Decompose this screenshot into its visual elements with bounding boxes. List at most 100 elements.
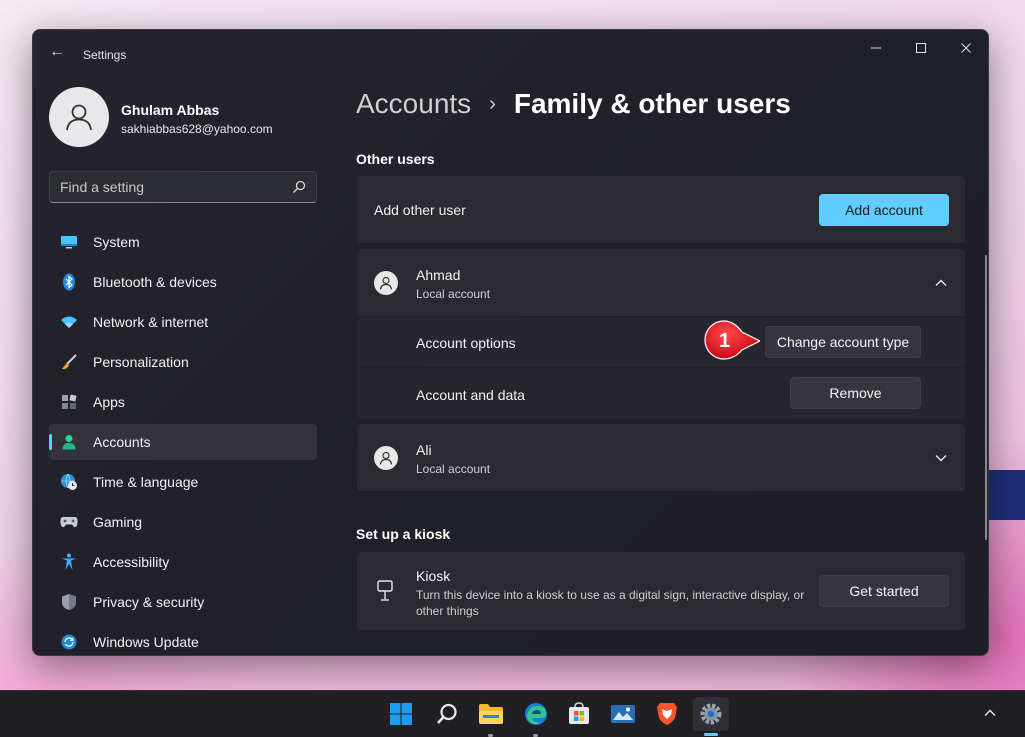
user-name: Ahmad [416, 267, 461, 283]
account-options-row: Account options Change account type [357, 317, 965, 367]
monitor-icon [60, 233, 78, 251]
profile-name: Ghulam Abbas [121, 102, 220, 118]
title-bar: ← Settings [33, 30, 988, 64]
update-icon [60, 633, 78, 651]
sidebar-item-label: Time & language [93, 474, 199, 490]
sidebar-item-label: Accounts [93, 434, 151, 450]
sidebar-item-bluetooth[interactable]: Bluetooth & devices [49, 264, 317, 300]
search-input[interactable] [50, 172, 280, 202]
sidebar-item-accessibility[interactable]: Accessibility [49, 544, 317, 580]
file-explorer-icon [479, 704, 503, 724]
apps-icon [60, 393, 78, 411]
user-card-ali[interactable]: Ali Local account [357, 424, 965, 491]
user-account-type: Local account [416, 287, 491, 301]
sidebar-item-time-language[interactable]: Time & language [49, 464, 317, 500]
person-icon [66, 104, 92, 131]
settings-window: ← Settings Ghulam Abbas sakhiabbas628@ya… [32, 29, 989, 656]
desktop-wallpaper-shape [985, 470, 1025, 520]
sidebar-item-accounts[interactable]: Accounts [49, 424, 317, 460]
photos-icon [611, 705, 635, 723]
page-title: Family & other users [513, 88, 791, 119]
section-title-other-users: Other users [356, 151, 435, 167]
section-title-kiosk: Set up a kiosk [356, 526, 451, 542]
taskbar-search[interactable] [429, 697, 465, 731]
globe-clock-icon [60, 473, 78, 491]
active-app-indicator [704, 733, 718, 736]
accessibility-icon [60, 553, 78, 571]
taskbar-start[interactable] [383, 697, 419, 731]
person-icon [379, 276, 393, 290]
step-marker-icon [704, 320, 760, 360]
sidebar-item-label: Privacy & security [93, 594, 205, 610]
search-icon [437, 703, 457, 724]
sidebar-item-label: Accessibility [93, 554, 170, 570]
taskbar-settings[interactable] [693, 697, 729, 731]
search-icon[interactable] [292, 180, 306, 194]
store-icon [569, 702, 589, 724]
kiosk-description: Turn this device into a kiosk to use as … [416, 588, 805, 618]
sidebar-item-label: Gaming [93, 514, 143, 530]
sidebar-item-network[interactable]: Network & internet [49, 304, 317, 340]
sidebar-item-label: Apps [93, 394, 125, 410]
sidebar-item-system[interactable]: System [49, 224, 317, 260]
avatar [374, 271, 398, 295]
sidebar-item-label: System [93, 234, 140, 250]
brush-icon [60, 353, 78, 371]
minimize-button[interactable] [859, 38, 893, 60]
sidebar-item-label: Network & internet [93, 314, 209, 330]
sidebar-item-gaming[interactable]: Gaming [49, 504, 317, 540]
search-box[interactable] [49, 171, 317, 203]
user-card-ahmad[interactable]: Ahmad Local account [357, 249, 965, 316]
remove-button[interactable]: Remove [790, 377, 921, 409]
app-title: Settings [83, 48, 127, 62]
sidebar-item-apps[interactable]: Apps [49, 384, 317, 420]
sidebar-item-personalization[interactable]: Personalization [49, 344, 317, 380]
maximize-icon [916, 43, 926, 53]
scrollbar[interactable] [985, 255, 987, 540]
breadcrumb-separator: › [489, 92, 496, 115]
avatar [374, 446, 398, 470]
account-and-data-label: Account and data [416, 387, 525, 403]
chevron-up-icon[interactable] [933, 275, 949, 291]
sidebar-item-label: Personalization [93, 354, 189, 370]
user-name: Ali [416, 442, 432, 458]
account-and-data-row: Account and data Remove [357, 368, 965, 419]
taskbar-brave[interactable] [649, 697, 685, 731]
gamepad-icon [60, 513, 78, 531]
shield-icon [60, 593, 78, 611]
chevron-down-icon[interactable] [933, 450, 949, 466]
taskbar-photos[interactable] [605, 697, 641, 731]
kiosk-card: Kiosk Turn this device into a kiosk to u… [357, 552, 965, 630]
person-icon [379, 451, 393, 465]
close-icon [961, 43, 971, 53]
breadcrumb-parent[interactable]: Accounts [356, 88, 471, 120]
sidebar-item-label: Bluetooth & devices [93, 274, 217, 290]
sidebar-item-privacy-security[interactable]: Privacy & security [49, 584, 317, 620]
add-other-user-label: Add other user [374, 202, 466, 218]
bluetooth-icon [60, 273, 78, 291]
user-account-type: Local account [416, 462, 491, 476]
wifi-icon [60, 313, 78, 331]
start-icon [390, 703, 412, 725]
settings-icon [700, 703, 722, 725]
step-number: 1 [719, 330, 731, 352]
avatar[interactable] [49, 87, 109, 147]
sidebar-nav: System Bluetooth & devices Network & int… [49, 224, 317, 655]
add-account-button[interactable]: Add account [819, 194, 949, 226]
taskbar-file-explorer[interactable] [473, 697, 509, 731]
close-button[interactable] [949, 38, 983, 60]
taskbar [0, 690, 1025, 737]
taskbar-store[interactable] [561, 697, 597, 731]
kiosk-title: Kiosk [416, 568, 451, 584]
back-button[interactable]: ← [47, 42, 67, 62]
sidebar-item-windows-update[interactable]: Windows Update [49, 624, 317, 655]
account-icon [60, 433, 78, 451]
edge-icon [525, 703, 547, 725]
change-account-type-button[interactable]: Change account type [765, 326, 921, 358]
taskbar-edge[interactable] [518, 697, 554, 731]
add-other-user-card: Add other user Add account [357, 176, 965, 243]
maximize-button[interactable] [904, 38, 938, 60]
chevron-up-icon[interactable] [982, 705, 998, 721]
get-started-button[interactable]: Get started [819, 575, 949, 607]
kiosk-icon [377, 580, 393, 601]
